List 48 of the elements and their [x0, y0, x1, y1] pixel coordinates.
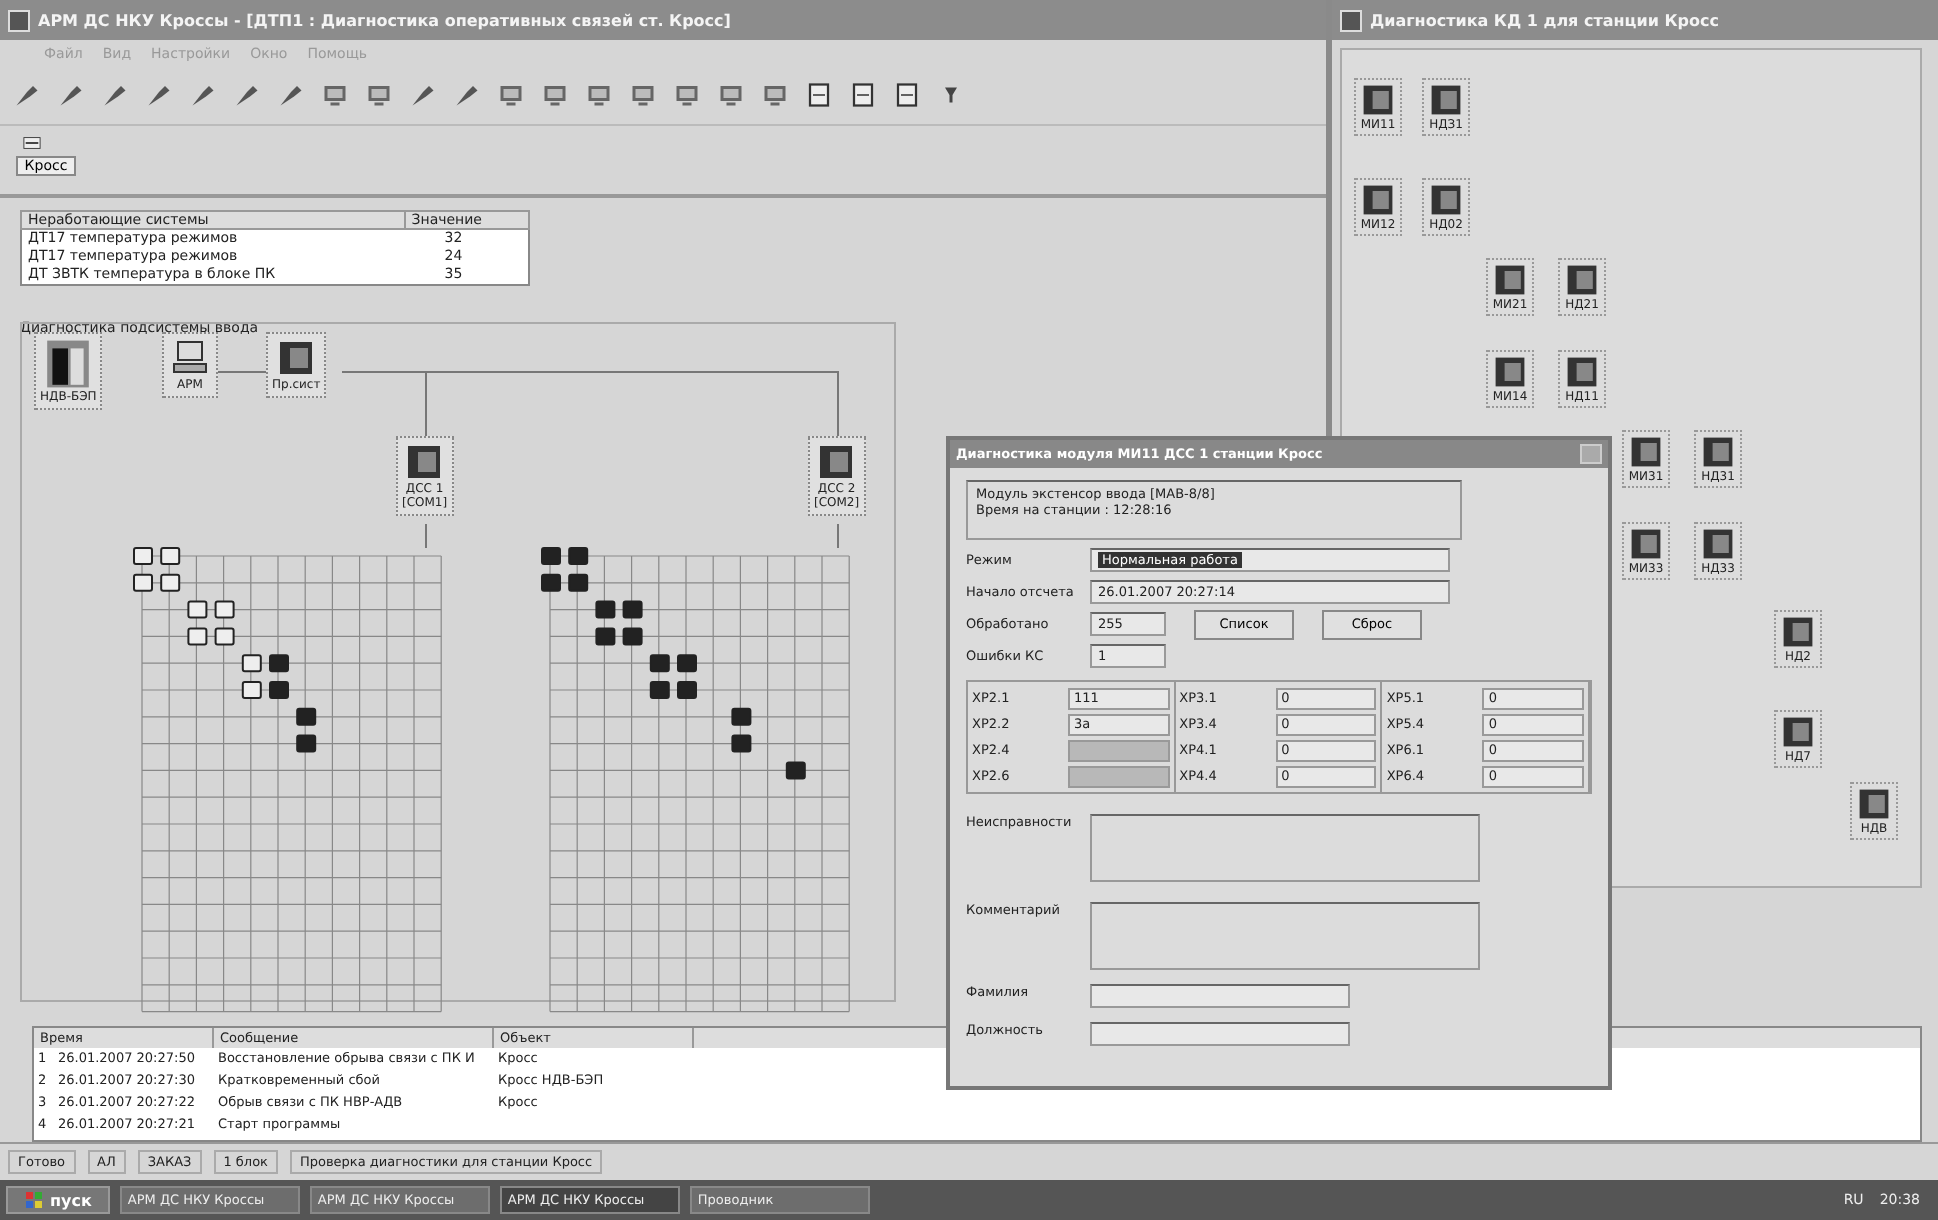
device-icon	[1358, 182, 1398, 218]
device-icon	[1626, 526, 1666, 562]
device-icon	[1778, 714, 1818, 750]
cabinet-icon	[42, 338, 95, 390]
tool-icon	[408, 80, 438, 110]
monitor-icon	[496, 80, 526, 110]
document-icon	[892, 80, 922, 110]
tool-icon	[452, 80, 482, 110]
device-icon	[1626, 434, 1666, 470]
tool-icon	[100, 80, 130, 110]
tool-icon	[188, 80, 218, 110]
device-icon	[1562, 354, 1602, 390]
tool-icon	[56, 80, 86, 110]
tool-icon	[12, 80, 42, 110]
device-icon	[1778, 614, 1818, 650]
computer-icon	[168, 338, 212, 378]
window-title: Диагностика КД 1 для станции Кросс	[1370, 11, 1719, 29]
monitor-icon	[716, 80, 746, 110]
device-icon	[1426, 182, 1466, 218]
monitor-icon	[628, 80, 658, 110]
tool-icon	[276, 80, 306, 110]
device-icon	[1490, 262, 1530, 298]
document-icon	[804, 80, 834, 110]
monitor-icon	[320, 80, 350, 110]
text-field[interactable]	[1090, 814, 1480, 882]
device-icon	[1490, 354, 1530, 390]
monitor-icon	[672, 80, 702, 110]
start-button[interactable]: пуск	[6, 1186, 110, 1214]
tool-icon	[144, 80, 174, 110]
app-icon	[1340, 9, 1362, 31]
document-icon	[848, 80, 878, 110]
tool-icon	[232, 80, 262, 110]
device-icon	[1426, 82, 1466, 118]
device-icon	[1698, 526, 1738, 562]
text-field[interactable]	[1090, 984, 1350, 1008]
device-icon	[1358, 82, 1398, 118]
windows-logo-icon	[24, 1190, 44, 1210]
text-field[interactable]	[1090, 1022, 1350, 1046]
monitor-icon	[540, 80, 570, 110]
device-icon	[1698, 434, 1738, 470]
monitor-icon	[760, 80, 790, 110]
text-field[interactable]	[1090, 902, 1480, 970]
window-title: АРМ ДС НКУ Кроссы - [ДТП1 : Диагностика оперативных связей ст. Кросс]	[38, 11, 731, 29]
device-icon	[1854, 786, 1894, 822]
app-icon	[8, 9, 30, 31]
monitor-icon	[364, 80, 394, 110]
monitor-icon	[584, 80, 614, 110]
device-icon	[1562, 262, 1602, 298]
